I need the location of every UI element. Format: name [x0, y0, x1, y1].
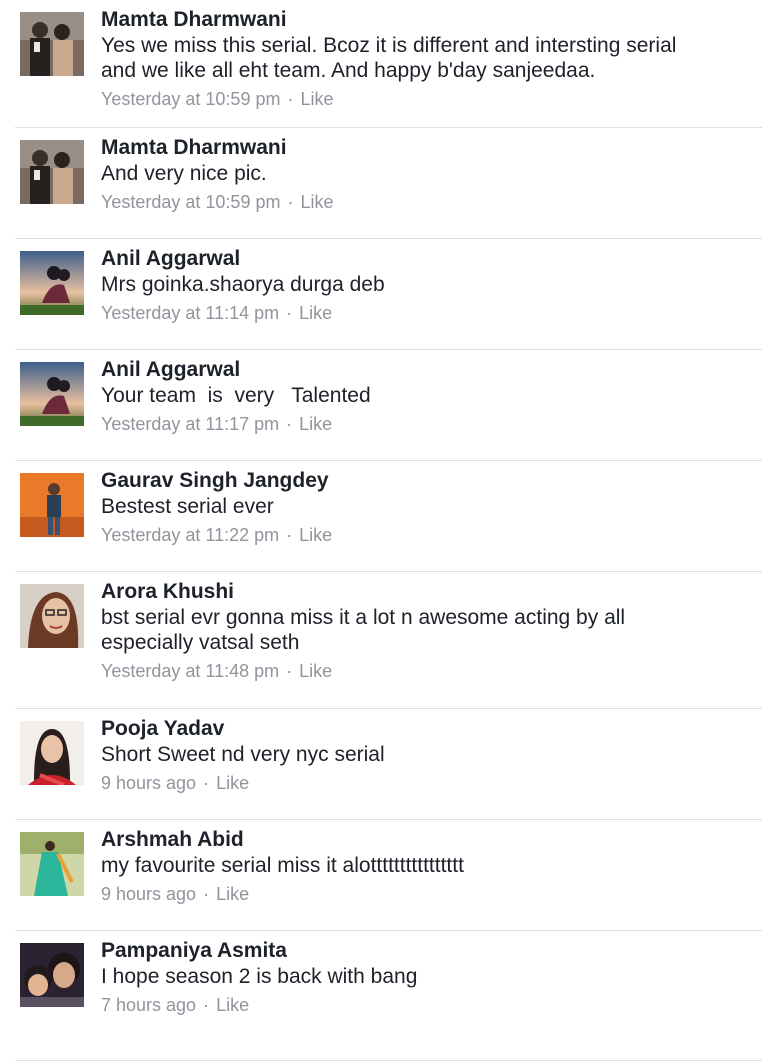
comment-timestamp[interactable]: Yesterday at 10:59 pm — [101, 192, 280, 212]
comment-item: Pampaniya Asmita I hope season 2 is back … — [15, 931, 762, 1061]
like-link[interactable]: Like — [301, 89, 334, 109]
man-orange-photo-avatar[interactable] — [20, 473, 84, 537]
comment-text: my favourite serial miss it alottttttttt… — [101, 854, 464, 877]
comment-body: Pooja Yadav Short Sweet nd very nyc seria… — [101, 716, 732, 795]
sunset-couple-photo-avatar[interactable] — [20, 251, 84, 315]
comment-text: Your team is very Talented — [101, 384, 371, 407]
comment-timestamp[interactable]: Yesterday at 11:14 pm — [101, 303, 279, 323]
comment-author-link[interactable]: Gaurav Singh Jangdey — [101, 468, 732, 494]
like-link[interactable]: Like — [301, 192, 334, 212]
comment-text: and we like all eht team. And happy b'da… — [101, 59, 596, 82]
meta-separator: · — [287, 89, 294, 109]
comment-meta: Yesterday at 11:22 pm · Like — [101, 523, 732, 547]
comment-item: Anil Aggarwal Mrs goinka.shaorya durga de… — [15, 239, 762, 350]
comment-item: Pooja Yadav Short Sweet nd very nyc seria… — [15, 709, 762, 820]
comment-item: Arora Khushi bst serial evr gonna miss it… — [15, 572, 762, 709]
comment-text: bst serial evr gonna miss it a lot n awe… — [101, 606, 626, 629]
comment-author-link[interactable]: Arora Khushi — [101, 579, 732, 605]
comment-text: Bestest serial ever — [101, 495, 274, 518]
like-link[interactable]: Like — [299, 661, 332, 681]
comment-timestamp[interactable]: Yesterday at 10:59 pm — [101, 89, 280, 109]
like-link[interactable]: Like — [299, 525, 332, 545]
comment-item: Gaurav Singh Jangdey Bestest serial ever Y… — [15, 461, 762, 572]
meta-separator: · — [286, 414, 293, 434]
comment-body: Anil Aggarwal Your team is very Talented Y… — [101, 357, 732, 436]
comment-item: Mamta Dharmwani Yes we miss this serial. … — [15, 0, 762, 128]
sunset-couple-photo-avatar[interactable] — [20, 362, 84, 426]
comment-author-link[interactable]: Arshmah Abid — [101, 827, 732, 853]
meta-separator: · — [203, 995, 210, 1015]
woman-green-dress-photo-avatar[interactable] — [20, 832, 84, 896]
comment-text: And very nice pic. — [101, 162, 267, 185]
comment-author-link[interactable]: Mamta Dharmwani — [101, 135, 732, 161]
like-link[interactable]: Like — [216, 773, 249, 793]
comment-body: Arshmah Abid my favourite serial miss it … — [101, 827, 732, 906]
comment-body: Arora Khushi bst serial evr gonna miss it… — [101, 579, 732, 683]
comment-timestamp[interactable]: 9 hours ago — [101, 773, 196, 793]
comment-author-link[interactable]: Anil Aggarwal — [101, 357, 732, 383]
comment-text: Mrs goinka.shaorya durga deb — [101, 273, 385, 296]
meta-separator: · — [286, 303, 293, 323]
meta-separator: · — [203, 884, 210, 904]
like-link[interactable]: Like — [216, 995, 249, 1015]
meta-separator: · — [203, 773, 210, 793]
comment-body: Mamta Dharmwani And very nice pic. Yesterd… — [101, 135, 732, 214]
comment-meta: Yesterday at 11:17 pm · Like — [101, 412, 732, 436]
like-link[interactable]: Like — [299, 414, 332, 434]
comment-author-link[interactable]: Pampaniya Asmita — [101, 938, 732, 964]
couple-photo-avatar[interactable] — [20, 140, 84, 204]
comment-timestamp[interactable]: Yesterday at 11:22 pm — [101, 525, 279, 545]
woman-red-photo-avatar[interactable] — [20, 721, 84, 785]
comment-author-link[interactable]: Pooja Yadav — [101, 716, 732, 742]
mother-child-photo-avatar[interactable] — [20, 943, 84, 1007]
comment-body: Gaurav Singh Jangdey Bestest serial ever Y… — [101, 468, 732, 547]
comment-timestamp[interactable]: Yesterday at 11:48 pm — [101, 661, 279, 681]
comment-meta: Yesterday at 11:48 pm · Like — [101, 659, 732, 683]
comment-text: Short Sweet nd very nyc serial — [101, 743, 385, 766]
meta-separator: · — [286, 525, 293, 545]
comment-item: Anil Aggarwal Your team is very Talented Y… — [15, 350, 762, 461]
comment-body: Mamta Dharmwani Yes we miss this serial. … — [101, 7, 732, 111]
comment-text: especially vatsal seth — [101, 631, 300, 654]
comment-item: Mamta Dharmwani And very nice pic. Yesterd… — [15, 128, 762, 239]
comment-item: Arshmah Abid my favourite serial miss it … — [15, 820, 762, 931]
comment-meta: 9 hours ago · Like — [101, 882, 732, 906]
meta-separator: · — [287, 192, 294, 212]
comment-timestamp[interactable]: Yesterday at 11:17 pm — [101, 414, 279, 434]
woman-glasses-photo-avatar[interactable] — [20, 584, 84, 648]
comment-timestamp[interactable]: 9 hours ago — [101, 884, 196, 904]
comment-meta: 7 hours ago · Like — [101, 993, 732, 1017]
like-link[interactable]: Like — [216, 884, 249, 904]
meta-separator: · — [286, 661, 293, 681]
couple-photo-avatar[interactable] — [20, 12, 84, 76]
comment-timestamp[interactable]: 7 hours ago — [101, 995, 196, 1015]
comment-list: Mamta Dharmwani Yes we miss this serial. … — [0, 0, 762, 1061]
comment-author-link[interactable]: Anil Aggarwal — [101, 246, 732, 272]
like-link[interactable]: Like — [299, 303, 332, 323]
comment-meta: Yesterday at 10:59 pm · Like — [101, 87, 732, 111]
comment-body: Pampaniya Asmita I hope season 2 is back … — [101, 938, 732, 1017]
comment-text: I hope season 2 is back with bang — [101, 965, 418, 988]
comment-meta: Yesterday at 10:59 pm · Like — [101, 190, 732, 214]
comment-text: Yes we miss this serial. Bcoz it is diff… — [101, 34, 677, 57]
comment-meta: Yesterday at 11:14 pm · Like — [101, 301, 732, 325]
comment-body: Anil Aggarwal Mrs goinka.shaorya durga de… — [101, 246, 732, 325]
comment-author-link[interactable]: Mamta Dharmwani — [101, 7, 732, 33]
comment-meta: 9 hours ago · Like — [101, 771, 732, 795]
